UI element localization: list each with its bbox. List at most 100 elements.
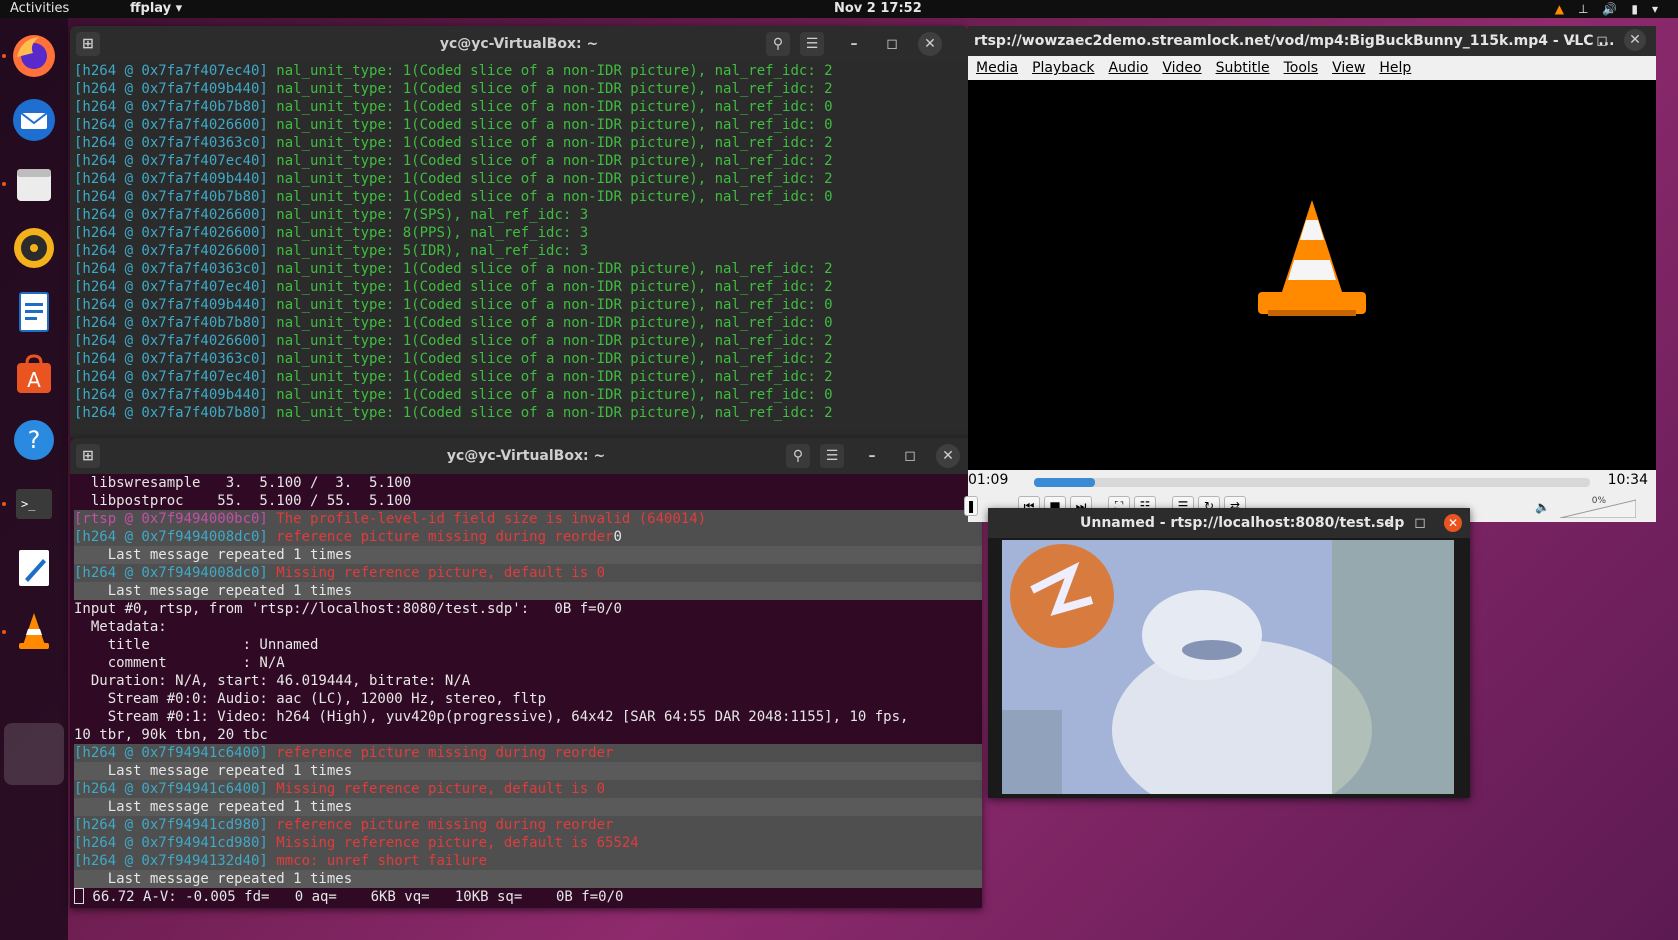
vlc-cone-icon (1258, 200, 1366, 316)
log-error-message: Missing reference picture, default is 65… (267, 835, 639, 851)
activities-button[interactable]: Activities (10, 0, 69, 18)
rhythmbox-icon[interactable] (8, 222, 60, 274)
log-tag: [h264 @ 0x7f9494008dc0] (74, 529, 268, 545)
close-icon[interactable]: ✕ (936, 444, 960, 468)
log-message: nal_unit_type: 8(PPS), nal_ref_idc: 3 (267, 225, 589, 241)
log-line: [h264 @ 0x7fa7f4026600] nal_unit_type: 7… (74, 206, 968, 224)
volume-slider[interactable] (1560, 498, 1636, 518)
hamburger-menu-icon[interactable]: ☰ (800, 32, 824, 56)
vlc-video-area[interactable] (968, 80, 1656, 470)
menu-subtitle[interactable]: Subtitle (1216, 60, 1270, 76)
hamburger-menu-icon[interactable]: ☰ (820, 444, 844, 468)
log-error-message: The profile-level-id field size is inval… (267, 511, 707, 527)
search-icon[interactable]: ⚲ (786, 444, 810, 468)
maximize-icon[interactable]: ◻ (1408, 511, 1432, 535)
text-editor-icon[interactable] (8, 542, 60, 594)
log-tag: [h264 @ 0x7f9494132d40] (74, 853, 268, 869)
log-message: nal_unit_type: 1(Coded slice of a non-ID… (267, 153, 833, 169)
menu-audio[interactable]: Audio (1109, 60, 1149, 76)
log-error-message: Missing reference picture, default is 0 (267, 565, 606, 581)
log-text: Input #0, rtsp, from 'rtsp://localhost:8… (74, 601, 622, 617)
software-icon[interactable]: A (8, 350, 60, 402)
log-line: [h264 @ 0x7f94941c6400] Missing referenc… (74, 780, 982, 798)
log-line: [h264 @ 0x7fa7f4026600] nal_unit_type: 1… (74, 332, 968, 350)
files-icon[interactable] (8, 158, 60, 210)
ffplay-titlebar[interactable]: Unnamed - rtsp://localhost:8080/test.sdp… (988, 508, 1470, 538)
log-message: nal_unit_type: 7(SPS), nal_ref_idc: 3 (267, 207, 589, 223)
log-line: [h264 @ 0x7f94941cd980] reference pictur… (74, 816, 982, 834)
log-error-message: Missing reference picture, default is 0 (267, 781, 606, 797)
terminal-2-titlebar[interactable]: ⊞ yc@yc-VirtualBox: ~ ⚲ ☰ – ◻ ✕ (70, 438, 982, 474)
vlc-titlebar[interactable]: rtsp://wowzaec2demo.streamlock.net/vod/m… (968, 26, 1656, 56)
log-error-message: reference picture missing during reorder (267, 745, 614, 761)
log-line: [h264 @ 0x7fa7f407ec40] nal_unit_type: 1… (74, 368, 968, 386)
log-line: [h264 @ 0x7fa7f4026600] nal_unit_type: 8… (74, 224, 968, 242)
network-icon: ⊥ (1577, 2, 1589, 16)
log-line: [h264 @ 0x7f9494008dc0] Missing referenc… (74, 564, 982, 582)
menu-tools[interactable]: Tools (1284, 60, 1319, 76)
help-icon[interactable]: ? (8, 414, 60, 466)
close-icon[interactable]: ✕ (1624, 29, 1646, 51)
log-tag: [h264 @ 0x7fa7f40363c0] (74, 261, 268, 277)
log-tag: [rtsp @ 0x7f9494000bc0] (74, 511, 268, 527)
maximize-icon[interactable]: ◻ (898, 444, 922, 468)
log-tag: [h264 @ 0x7fa7f409b440] (74, 297, 268, 313)
minimize-icon[interactable]: – (842, 32, 866, 56)
log-error-message: reference picture missing during reorder (267, 529, 614, 545)
close-icon[interactable]: ✕ (918, 32, 942, 56)
terminal-1-titlebar[interactable]: ⊞ yc@yc-VirtualBox: ~ ⚲ ☰ – ◻ ✕ (70, 26, 968, 62)
log-text: Duration: N/A, start: 46.019444, bitrate… (74, 673, 471, 689)
maximize-icon[interactable]: ◻ (1590, 29, 1614, 53)
log-tag: [h264 @ 0x7fa7f407ec40] (74, 279, 268, 295)
minimize-icon[interactable]: – (1378, 511, 1402, 535)
log-line: [h264 @ 0x7fa7f40363c0] nal_unit_type: 1… (74, 134, 968, 152)
vlc-icon[interactable] (8, 606, 60, 658)
menu-view[interactable]: View (1332, 60, 1365, 76)
seek-progress (1034, 478, 1096, 487)
writer-icon[interactable] (8, 286, 60, 338)
log-text: Metadata: (74, 619, 167, 635)
ffplay-video-frame[interactable] (1002, 540, 1454, 794)
log-line: Duration: N/A, start: 46.019444, bitrate… (74, 672, 982, 690)
app-menu[interactable]: ffplay ▾ (130, 0, 182, 18)
terminal-icon[interactable]: >_ (8, 478, 60, 530)
terminal-2-output[interactable]: libswresample 3. 5.100 / 3. 5.100 libpos… (70, 474, 982, 908)
log-text: Last message repeated 1 times (74, 763, 353, 779)
menu-playback[interactable]: Playback (1032, 60, 1094, 76)
terminal-1-output[interactable]: [h264 @ 0x7fa7f407ec40] nal_unit_type: 1… (70, 62, 968, 438)
log-line: [h264 @ 0x7fa7f4026600] nal_unit_type: 1… (74, 116, 968, 134)
log-tag: [h264 @ 0x7f94941c6400] (74, 781, 268, 797)
log-line: Stream #0:1: Video: h264 (High), yuv420p… (74, 708, 982, 726)
menu-media[interactable]: Media (976, 60, 1018, 76)
top-bar: Activities ffplay ▾ Nov 2 17:52 ▲ ⊥ 🔊 ▮ … (0, 0, 1678, 18)
vlc-tray-icon[interactable]: ▲ (1555, 2, 1564, 16)
close-icon[interactable]: ✕ (1444, 514, 1462, 532)
system-tray[interactable]: ▲ ⊥ 🔊 ▮ ▾ (1555, 0, 1658, 18)
seek-slider[interactable] (1034, 478, 1590, 487)
mute-icon[interactable]: 🔈 (1535, 500, 1550, 514)
firefox-icon[interactable] (8, 30, 60, 82)
log-tag: [h264 @ 0x7fa7f40b7b80] (74, 99, 268, 115)
log-line: Last message repeated 1 times (74, 870, 982, 888)
terminal-window-1[interactable]: ⊞ yc@yc-VirtualBox: ~ ⚲ ☰ – ◻ ✕ [h264 @ … (70, 26, 968, 438)
log-tag: [h264 @ 0x7fa7f40b7b80] (74, 315, 268, 331)
minimize-icon[interactable]: – (1560, 29, 1584, 53)
power-menu-icon[interactable]: ▾ (1652, 2, 1658, 16)
log-line: [h264 @ 0x7fa7f407ec40] nal_unit_type: 1… (74, 152, 968, 170)
maximize-icon[interactable]: ◻ (880, 32, 904, 56)
vlc-window[interactable]: rtsp://wowzaec2demo.streamlock.net/vod/m… (964, 26, 1656, 522)
clock[interactable]: Nov 2 17:52 (834, 0, 922, 18)
log-line: [h264 @ 0x7fa7f409b440] nal_unit_type: 1… (74, 386, 968, 404)
search-icon[interactable]: ⚲ (766, 32, 790, 56)
pause-button[interactable]: ❚ (964, 496, 978, 516)
menu-help[interactable]: Help (1379, 60, 1411, 76)
log-tag: [h264 @ 0x7fa7f407ec40] (74, 63, 268, 79)
menu-video[interactable]: Video (1162, 60, 1201, 76)
terminal-window-2[interactable]: ⊞ yc@yc-VirtualBox: ~ ⚲ ☰ – ◻ ✕ libswres… (70, 438, 982, 908)
log-error-message: mmco: unref short failure (267, 853, 488, 869)
minimize-icon[interactable]: – (860, 444, 884, 468)
thunderbird-icon[interactable] (8, 94, 60, 146)
show-applications-icon[interactable] (4, 723, 64, 785)
ffplay-window[interactable]: Unnamed - rtsp://localhost:8080/test.sdp… (988, 508, 1470, 798)
log-line: [h264 @ 0x7f94941c6400] reference pictur… (74, 744, 982, 762)
